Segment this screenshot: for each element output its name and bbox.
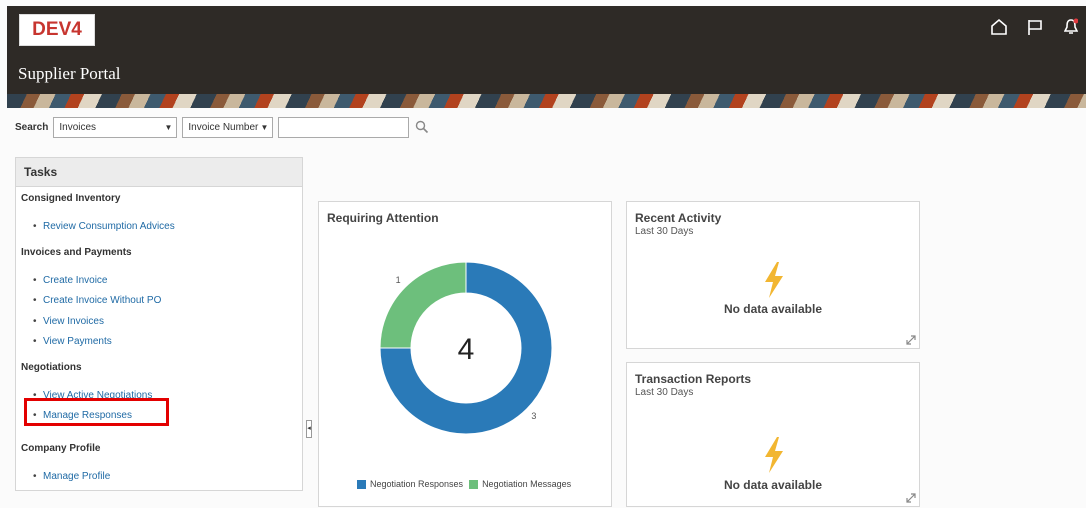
- link-review-consumption-advices[interactable]: Review Consumption Advices: [33, 221, 175, 232]
- bell-icon[interactable]: [1060, 16, 1082, 38]
- search-category-value: Invoices: [59, 121, 97, 133]
- collapse-panel-handle[interactable]: ◂: [306, 420, 312, 438]
- highlight-box: [24, 398, 169, 426]
- link-create-invoice-without-po[interactable]: Create Invoice Without PO: [33, 295, 161, 306]
- section-company-profile: Company Profile: [21, 443, 101, 454]
- chevron-down-icon: ▼: [260, 122, 269, 132]
- card-subtitle: Last 30 Days: [635, 226, 694, 237]
- section-consigned-inventory: Consigned Inventory: [21, 193, 121, 204]
- lightning-icon: [765, 262, 783, 298]
- legend-label[interactable]: Negotiation Messages: [482, 479, 571, 489]
- link-manage-profile[interactable]: Manage Profile: [33, 471, 110, 482]
- search-icon[interactable]: [415, 120, 429, 134]
- donut-slice-negotiation-messages[interactable]: [379, 261, 467, 349]
- environment-badge: DEV4: [19, 14, 95, 46]
- home-icon[interactable]: [988, 16, 1010, 38]
- expand-icon[interactable]: [906, 493, 916, 503]
- search-field-value: Invoice Number: [188, 121, 259, 133]
- link-view-invoices[interactable]: View Invoices: [33, 316, 104, 327]
- no-data-message: No data available: [723, 478, 823, 492]
- transaction-reports-card: Transaction Reports Last 30 Days No data…: [626, 362, 920, 507]
- portal-title: Supplier Portal: [18, 64, 121, 83]
- legend-label[interactable]: Negotiation Responses: [370, 479, 463, 489]
- chevron-down-icon: ▼: [164, 122, 173, 132]
- recent-activity-card: Recent Activity Last 30 Days No data ava…: [626, 201, 920, 349]
- decorative-banner: [7, 94, 1086, 108]
- section-invoices-payments: Invoices and Payments: [21, 247, 132, 258]
- requiring-attention-card: Requiring Attention 314 Negotiation Resp…: [318, 201, 612, 507]
- link-create-invoice[interactable]: Create Invoice: [33, 275, 107, 286]
- legend-swatch: [469, 479, 479, 489]
- search-input[interactable]: [278, 116, 410, 138]
- search-label: Search: [15, 121, 49, 133]
- donut-total: 4: [458, 333, 475, 366]
- no-data-message: No data available: [723, 302, 823, 316]
- header-bar: DEV4 Supplier Portal: [7, 6, 1086, 94]
- flag-icon[interactable]: [1024, 16, 1046, 38]
- tasks-panel: Tasks Consigned Inventory Review Consump…: [15, 157, 303, 491]
- card-title: Recent Activity: [635, 211, 722, 225]
- donut-chart[interactable]: 3 1 4: [319, 202, 613, 502]
- lightning-icon: [765, 437, 783, 473]
- expand-icon[interactable]: [906, 335, 916, 345]
- link-view-payments[interactable]: View Payments: [33, 336, 112, 347]
- tasks-title: Tasks: [16, 158, 302, 187]
- card-subtitle: Last 30 Days: [635, 387, 694, 398]
- search-bar: Search Invoices ▼ Invoice Number ▼: [15, 115, 429, 139]
- slice-value-label: 3: [531, 411, 536, 421]
- section-negotiations: Negotiations: [21, 362, 82, 373]
- card-title: Transaction Reports: [635, 372, 752, 386]
- search-category-select[interactable]: Invoices ▼: [53, 116, 178, 138]
- chart-legend: Negotiation Responses Negotiation Messag…: [357, 479, 571, 489]
- legend-swatch: [357, 479, 366, 489]
- slice-value-label: 1: [396, 275, 401, 285]
- search-field-select[interactable]: Invoice Number ▼: [182, 116, 274, 138]
